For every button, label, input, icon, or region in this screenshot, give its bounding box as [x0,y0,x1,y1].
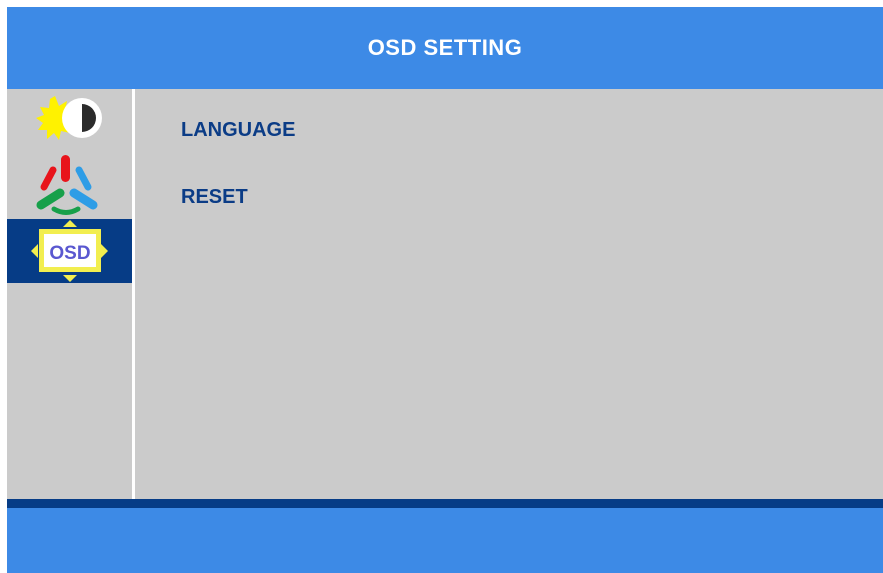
osd-header: OSD SETTING [7,7,883,89]
color-rgb-icon [36,155,98,215]
menu-panel: LANGUAGE RESET [135,89,883,499]
brightness-contrast-icon [36,96,102,140]
osd-footer [7,508,883,573]
osd-icon-label: OSD [49,243,90,264]
footer-divider [7,499,883,508]
menu-item-language[interactable]: LANGUAGE [181,119,295,142]
sidebar-item-brightness-contrast[interactable] [7,89,132,153]
page-title: OSD SETTING [367,35,523,60]
sidebar-item-color[interactable] [7,153,132,217]
sidebar: OSD [7,89,132,499]
sidebar-item-osd[interactable]: OSD [7,219,132,283]
osd-settings-icon: OSD [31,220,108,282]
osd-window: OSD SETTING OSD LANGUAGE RESET [7,7,883,573]
menu-item-reset[interactable]: RESET [181,186,248,209]
